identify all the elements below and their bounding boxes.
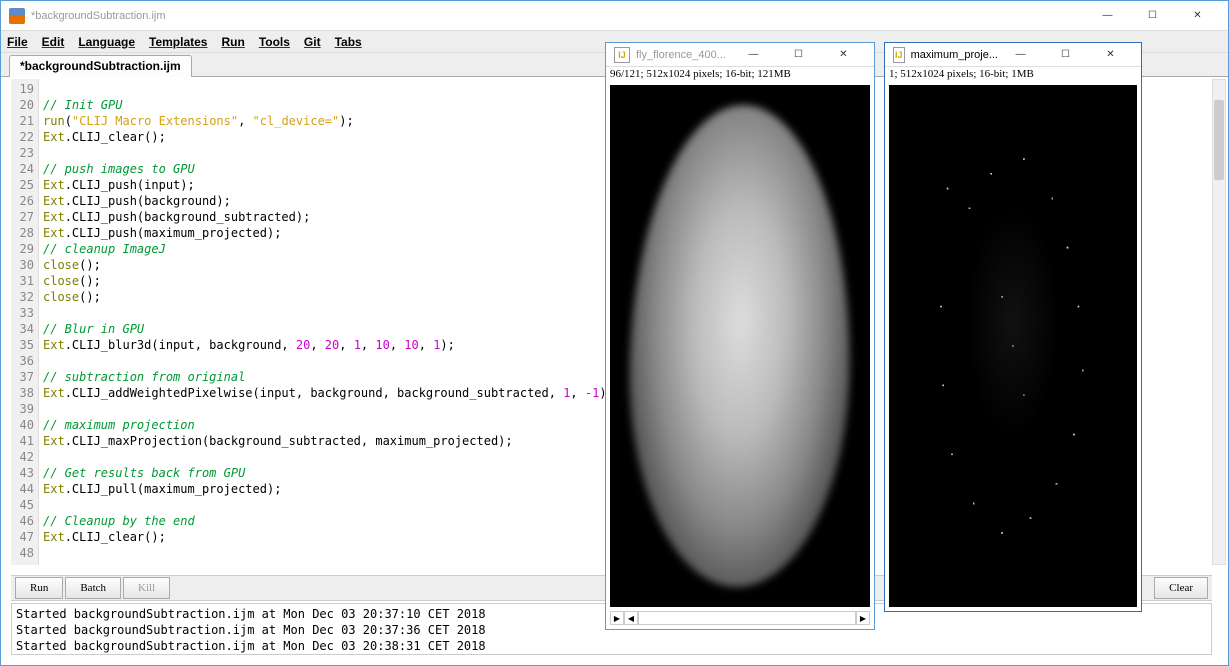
img1-slice-scrollbar[interactable]: ▶ ◀ ▶ [610,611,870,625]
scroll-left-icon[interactable]: ▶ [610,611,624,625]
img2-window-controls: — ☐ ✕ [998,40,1133,70]
menu-language[interactable]: Language [78,35,135,49]
img1-titlebar[interactable]: IJ fly_florence_400... — ☐ ✕ [606,43,874,67]
embryo-sharp-image [904,100,1122,592]
maximize-icon[interactable]: ☐ [1043,40,1088,70]
main-titlebar[interactable]: *backgroundSubtraction.ijm — ☐ ✕ [1,1,1228,31]
line-gutter: 1920212223242526272829303132333435363738… [11,79,39,565]
img2-canvas[interactable] [889,85,1137,607]
img1-window-controls: — ☐ ✕ [731,40,866,70]
batch-button[interactable]: Batch [65,577,121,599]
speckle-overlay [904,100,1122,592]
run-button[interactable]: Run [15,577,63,599]
image-window-fly[interactable]: IJ fly_florence_400... — ☐ ✕ 96/121; 512… [605,42,875,630]
editor-scrollbar[interactable] [1212,79,1226,565]
img2-titlebar[interactable]: IJ maximum_proje... — ☐ ✕ [885,43,1141,67]
java-icon [9,8,25,24]
clear-button[interactable]: Clear [1154,577,1208,599]
maximize-icon[interactable]: ☐ [776,40,821,70]
imagej-icon: IJ [614,47,630,63]
menu-tools[interactable]: Tools [259,35,290,49]
minimize-icon[interactable]: — [731,40,776,70]
kill-button[interactable]: Kill [123,577,170,599]
scroll-left-icon[interactable]: ◀ [624,611,638,625]
img2-title: maximum_proje... [911,49,998,61]
menu-run[interactable]: Run [221,35,244,49]
menu-file[interactable]: File [7,35,28,49]
imagej-icon: IJ [893,47,905,63]
img1-canvas[interactable] [610,85,870,607]
scrollbar-thumb[interactable] [1214,100,1224,180]
scroll-track[interactable] [638,611,856,625]
window-controls: — ☐ ✕ [1085,1,1220,31]
main-title: *backgroundSubtraction.ijm [31,10,1085,22]
menu-git[interactable]: Git [304,35,321,49]
embryo-blur-image [626,103,854,589]
close-icon[interactable]: ✕ [1088,40,1133,70]
tab-file[interactable]: *backgroundSubtraction.ijm [9,55,192,77]
close-icon[interactable]: ✕ [1175,1,1220,31]
img1-title: fly_florence_400... [636,49,731,61]
maximize-icon[interactable]: ☐ [1130,1,1175,31]
minimize-icon[interactable]: — [1085,1,1130,31]
minimize-icon[interactable]: — [998,40,1043,70]
close-icon[interactable]: ✕ [821,40,866,70]
scroll-right-icon[interactable]: ▶ [856,611,870,625]
menu-tabs[interactable]: Tabs [335,35,362,49]
menu-edit[interactable]: Edit [42,35,65,49]
image-window-maxproj[interactable]: IJ maximum_proje... — ☐ ✕ 1; 512x1024 pi… [884,42,1142,612]
menu-templates[interactable]: Templates [149,35,207,49]
